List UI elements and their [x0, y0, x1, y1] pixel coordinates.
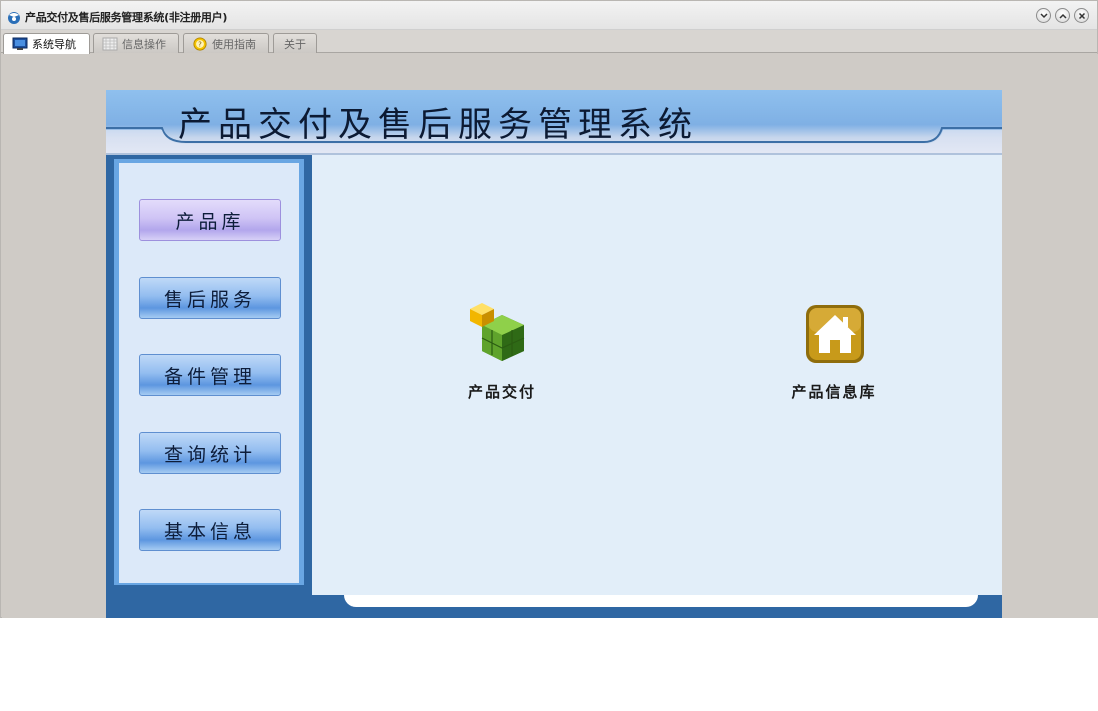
sidebar-item-product-library[interactable]: 产品库 — [139, 199, 281, 241]
monitor-icon — [12, 37, 28, 50]
app-logo-icon — [8, 12, 20, 24]
tab-info-operation[interactable]: 信息操作 — [93, 33, 179, 53]
close-icon — [1078, 12, 1085, 19]
app-window: 产品交付及售后服务管理系统(非注册用户) 系统导航 信息操作 ? 使用指南 关于… — [0, 0, 1098, 618]
function-label: 产品交付 — [467, 383, 536, 401]
grid-icon — [102, 37, 118, 50]
close-button[interactable] — [1074, 8, 1089, 23]
content-area: 产品交付及售后服务管理系统 产品库 售后服务 备件管理 查询统计 基本信息 产品… — [2, 54, 1098, 618]
sidebar-item-label: 查询统计 — [163, 443, 256, 466]
tab-bar: 系统导航 信息操作 ? 使用指南 关于 — [1, 30, 1097, 54]
tab-system-navigation[interactable]: 系统导航 — [3, 33, 90, 54]
maximize-button[interactable] — [1055, 8, 1070, 23]
system-header: 产品交付及售后服务管理系统 — [106, 90, 1002, 155]
product-info-library-shortcut[interactable]: 产品信息库 — [784, 295, 884, 402]
sidebar-item-label: 售后服务 — [163, 288, 256, 311]
function-area: 产品交付 产品信息库 — [310, 155, 1002, 595]
help-icon: ? — [193, 36, 207, 51]
footer-decoration — [344, 595, 978, 607]
sidebar-item-basic-info[interactable]: 基本信息 — [139, 509, 281, 551]
tab-label: 信息操作 — [122, 37, 166, 51]
sidebar-item-after-sales[interactable]: 售后服务 — [139, 277, 281, 319]
tab-about[interactable]: 关于 — [273, 33, 317, 53]
tab-label: 系统导航 — [32, 38, 76, 51]
system-footer — [106, 595, 1002, 618]
window-title: 产品交付及售后服务管理系统(非注册用户) — [25, 11, 228, 24]
function-label: 产品信息库 — [791, 383, 877, 401]
tab-label: 关于 — [284, 37, 306, 51]
system-title: 产品交付及售后服务管理系统 — [178, 105, 698, 145]
system-navigation-panel: 产品交付及售后服务管理系统 产品库 售后服务 备件管理 查询统计 基本信息 产品… — [106, 90, 1002, 618]
chevron-up-icon — [1058, 13, 1067, 19]
tab-label: 使用指南 — [212, 37, 256, 51]
sidebar-item-label: 基本信息 — [163, 520, 256, 543]
sidebar-frame: 产品库 售后服务 备件管理 查询统计 基本信息 — [114, 159, 304, 585]
sidebar-item-label: 产品库 — [175, 210, 245, 233]
sidebar-item-label: 备件管理 — [163, 365, 256, 388]
sidebar: 产品库 售后服务 备件管理 查询统计 基本信息 — [106, 155, 310, 598]
product-delivery-shortcut[interactable]: 产品交付 — [457, 295, 547, 402]
green-cubes-icon — [470, 303, 525, 361]
tab-user-guide[interactable]: ? 使用指南 — [183, 33, 269, 53]
minimize-button[interactable] — [1036, 8, 1051, 23]
sidebar-menu: 产品库 售后服务 备件管理 查询统计 基本信息 — [119, 163, 299, 583]
svg-text:?: ? — [198, 40, 202, 48]
sidebar-item-query-statistics[interactable]: 查询统计 — [139, 432, 281, 474]
title-bar[interactable]: 产品交付及售后服务管理系统(非注册用户) — [1, 1, 1097, 30]
sidebar-item-spare-parts[interactable]: 备件管理 — [139, 354, 281, 396]
chevron-down-icon — [1039, 12, 1048, 18]
house-icon — [806, 305, 864, 363]
